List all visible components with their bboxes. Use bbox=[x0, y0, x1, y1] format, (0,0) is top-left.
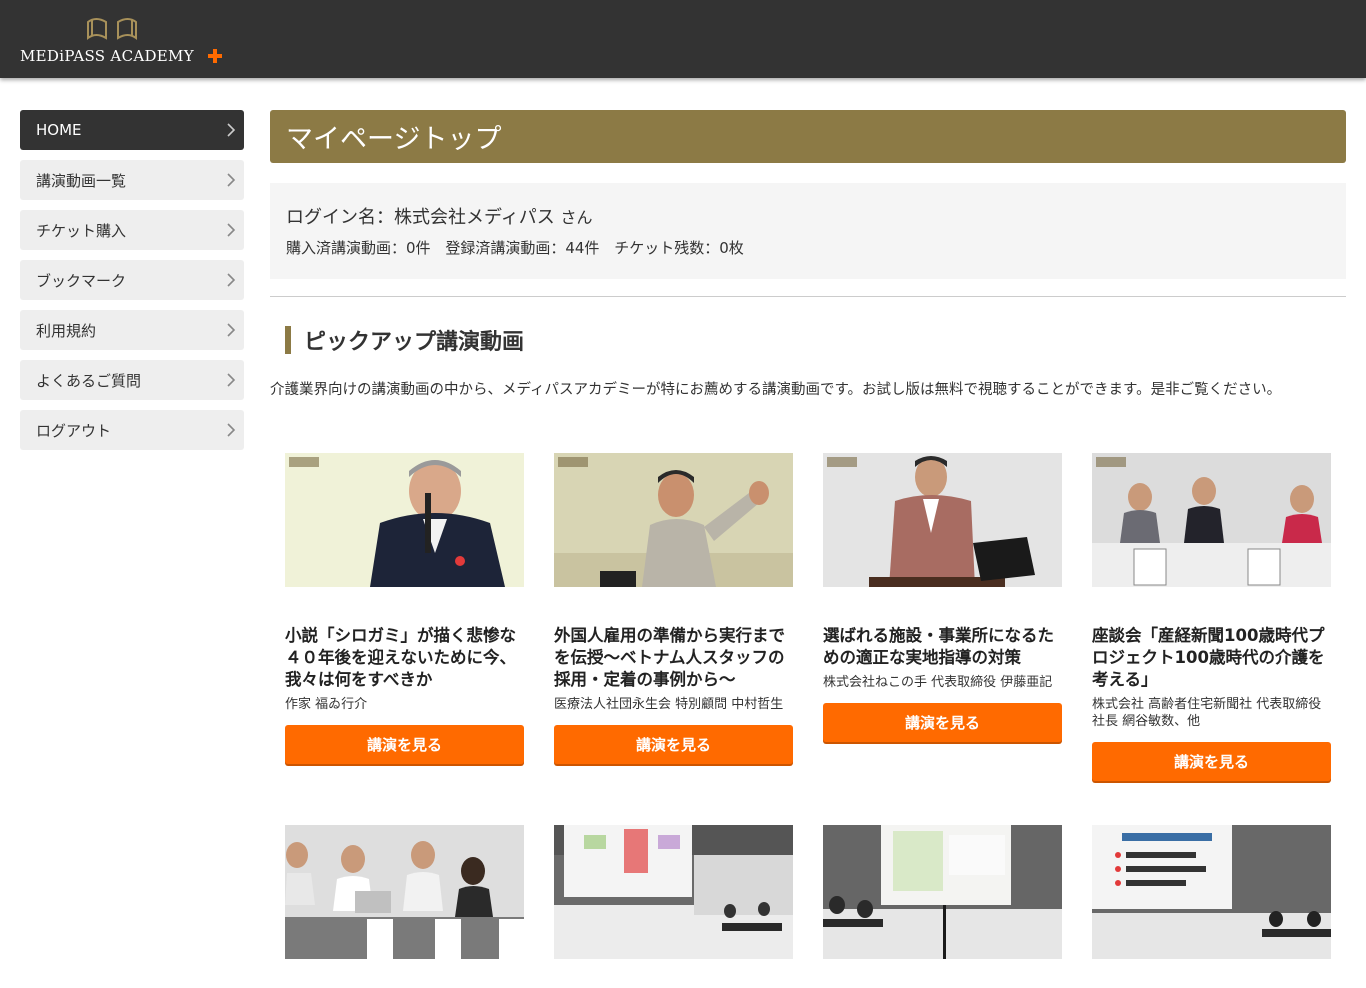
video-title[interactable]: 外国人雇用の準備から実行までを伝授～ベトナム人スタッフの採用・定着の事例から～ bbox=[554, 625, 793, 691]
sidebar-item-bookmark[interactable]: ブックマーク bbox=[20, 260, 244, 300]
video-speaker: 株式会社 高齢者住宅新聞社 代表取締役社長 網谷敏数、他 bbox=[1092, 697, 1322, 729]
heading-accent-bar bbox=[285, 326, 291, 354]
video-card bbox=[823, 825, 1062, 959]
registered-count: 登録済講演動画：44件 bbox=[445, 239, 600, 257]
watch-lecture-button[interactable]: 講演を見る bbox=[285, 725, 524, 764]
sidebar-item-label: 利用規約 bbox=[36, 321, 97, 340]
venue-photo-image bbox=[1092, 825, 1331, 959]
sidebar-item-logout[interactable]: ログアウト bbox=[20, 410, 244, 450]
logo-text: MEDiPASS ACADEMY bbox=[20, 47, 194, 65]
site-logo[interactable]: MEDiPASS ACADEMY bbox=[20, 14, 230, 66]
sidebar-item-label: 講演動画一覧 bbox=[36, 171, 127, 190]
chevron-right-icon bbox=[227, 323, 236, 337]
video-title[interactable]: 選ばれる施設・事業所になるための適正な実地指導の対策 bbox=[823, 625, 1062, 669]
sidebar-item-home[interactable]: HOME bbox=[20, 110, 244, 150]
chevron-right-icon bbox=[227, 223, 236, 237]
account-info-box: ログイン名：株式会社メディパス さん 購入済講演動画：0件 登録済講演動画：44… bbox=[270, 183, 1346, 279]
sidebar-item-terms[interactable]: 利用規約 bbox=[20, 310, 244, 350]
sidebar-item-lecture-list[interactable]: 講演動画一覧 bbox=[20, 160, 244, 200]
video-thumbnail[interactable] bbox=[823, 453, 1062, 587]
login-name: ログイン名：株式会社メディパス さん bbox=[286, 203, 1330, 231]
chevron-right-icon bbox=[227, 123, 236, 137]
panel-photo-image bbox=[285, 825, 524, 959]
sidebar-item-label: チケット購入 bbox=[36, 221, 127, 240]
pickup-heading: ピックアップ講演動画 bbox=[270, 325, 1346, 355]
account-counts: 購入済講演動画：0件 登録済講演動画：44件 チケット残数：0枚 bbox=[286, 237, 1330, 258]
video-title[interactable]: 小説「シロガミ」が描く悲惨な４０年後を迎えないために今、我々は何をすべきか bbox=[285, 625, 524, 691]
venue-photo-image bbox=[554, 825, 793, 959]
purchased-count: 購入済講演動画：0件 bbox=[286, 239, 431, 257]
video-card bbox=[285, 825, 524, 959]
video-thumbnail[interactable] bbox=[1092, 453, 1331, 587]
chevron-right-icon bbox=[227, 373, 236, 387]
video-thumbnail[interactable] bbox=[554, 453, 793, 587]
sidebar-item-label: HOME bbox=[36, 121, 82, 139]
pickup-heading-text: ピックアップ講演動画 bbox=[304, 330, 525, 355]
video-title[interactable]: 座談会「産経新聞100歳時代プロジェクト100歳時代の介護を考える」 bbox=[1092, 625, 1331, 691]
ticket-count: チケット残数：0枚 bbox=[614, 239, 744, 257]
video-card bbox=[1092, 825, 1331, 959]
plus-icon bbox=[208, 49, 222, 63]
divider bbox=[270, 296, 1346, 297]
speaker-photo-image bbox=[285, 453, 524, 587]
video-thumbnail[interactable] bbox=[823, 825, 1062, 959]
video-speaker: 作家 福ゐ行介 bbox=[285, 697, 368, 712]
speaker-photo-image bbox=[554, 453, 793, 587]
login-name-suffix: さん bbox=[560, 208, 593, 227]
video-thumbnail[interactable] bbox=[285, 453, 524, 587]
video-speaker: 株式会社ねこの手 代表取締役 伊藤亜記 bbox=[823, 675, 1053, 690]
sidebar-item-label: ログアウト bbox=[36, 421, 112, 440]
panel-photo-image bbox=[1092, 453, 1331, 587]
video-card: 選ばれる施設・事業所になるための適正な実地指導の対策 株式会社ねこの手 代表取締… bbox=[823, 453, 1062, 742]
video-card: 座談会「産経新聞100歳時代プロジェクト100歳時代の介護を考える」 株式会社 … bbox=[1092, 453, 1331, 781]
video-speaker: 医療法人社団永生会 特別顧問 中村哲生 bbox=[554, 697, 784, 712]
watch-lecture-button[interactable]: 講演を見る bbox=[554, 725, 793, 764]
speaker-photo-image bbox=[823, 453, 1062, 587]
video-thumbnail[interactable] bbox=[285, 825, 524, 959]
top-header: MEDiPASS ACADEMY bbox=[0, 0, 1366, 78]
video-card bbox=[554, 825, 793, 959]
chevron-right-icon bbox=[227, 423, 236, 437]
book-logo-icon bbox=[87, 18, 137, 40]
video-thumbnail[interactable] bbox=[554, 825, 793, 959]
sidebar-nav: HOME 講演動画一覧 チケット購入 ブックマーク 利用規約 よくあるご質問 ロ… bbox=[20, 110, 244, 460]
main-content: マイページトップ ログイン名：株式会社メディパス さん 購入済講演動画：0件 登… bbox=[270, 110, 1346, 402]
venue-photo-image bbox=[823, 825, 1062, 959]
sidebar-item-label: よくあるご質問 bbox=[36, 371, 142, 390]
video-card: 小説「シロガミ」が描く悲惨な４０年後を迎えないために今、我々は何をすべきか 作家… bbox=[285, 453, 524, 764]
video-thumbnail[interactable] bbox=[1092, 825, 1331, 959]
pickup-description: 介護業界向けの講演動画の中から、メディパスアカデミーが特にお薦めする講演動画です… bbox=[270, 382, 1282, 398]
video-card: 外国人雇用の準備から実行までを伝授～ベトナム人スタッフの採用・定着の事例から～ … bbox=[554, 453, 793, 764]
sidebar-item-ticket-purchase[interactable]: チケット購入 bbox=[20, 210, 244, 250]
chevron-right-icon bbox=[227, 173, 236, 187]
sidebar-item-faq[interactable]: よくあるご質問 bbox=[20, 360, 244, 400]
login-name-label: ログイン名：株式会社メディパス bbox=[286, 207, 555, 228]
page-title: マイページトップ bbox=[270, 110, 1346, 163]
watch-lecture-button[interactable]: 講演を見る bbox=[823, 703, 1062, 742]
watch-lecture-button[interactable]: 講演を見る bbox=[1092, 742, 1331, 781]
sidebar-item-label: ブックマーク bbox=[36, 271, 127, 290]
chevron-right-icon bbox=[227, 273, 236, 287]
